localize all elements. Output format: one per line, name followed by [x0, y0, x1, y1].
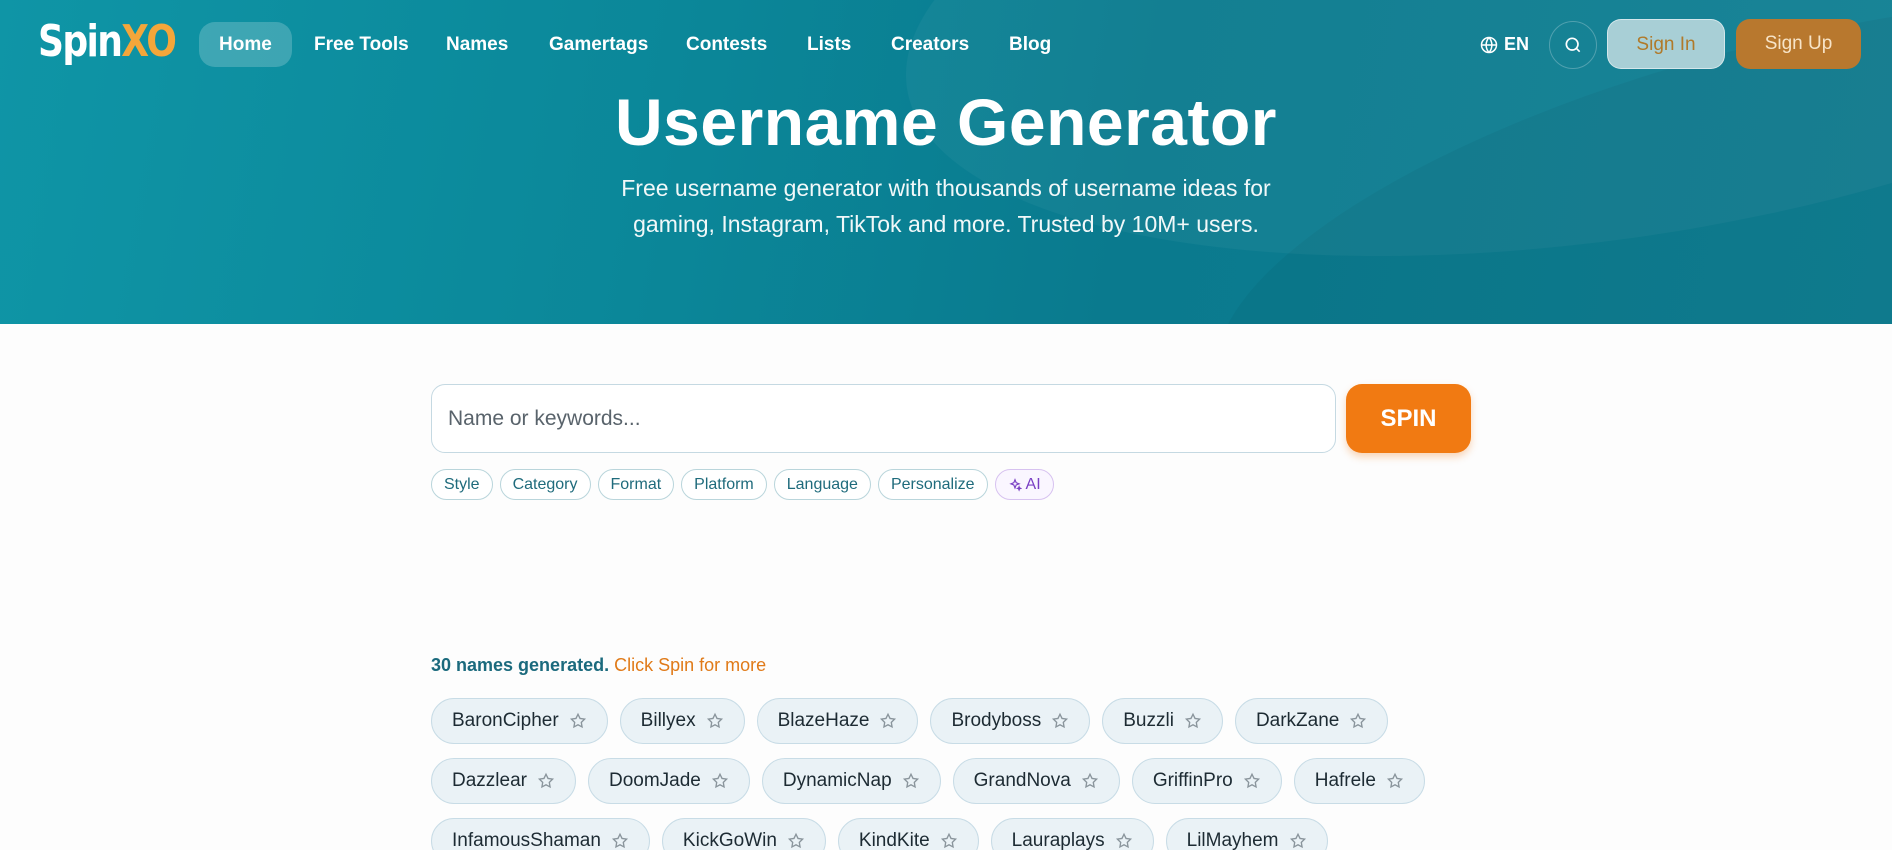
- name-text: Billyex: [640, 710, 696, 731]
- hero-banner: SpinXO Home Free Tools Names Gamertags C…: [0, 0, 1892, 324]
- star-icon[interactable]: [1081, 772, 1099, 790]
- name-text: DoomJade: [608, 770, 701, 791]
- name-text: DarkZane: [1255, 710, 1340, 731]
- spin-button[interactable]: SPIN: [1346, 384, 1471, 453]
- star-icon[interactable]: [611, 832, 629, 850]
- sign-in-button[interactable]: Sign In: [1607, 19, 1725, 69]
- name-text: DynamicNap: [782, 770, 892, 791]
- language-selector[interactable]: EN: [1480, 22, 1529, 67]
- star-icon[interactable]: [879, 712, 897, 730]
- name-text: Lauraplays: [1011, 830, 1105, 850]
- filter-format[interactable]: Format: [597, 469, 675, 500]
- nav-free-tools[interactable]: Free Tools: [294, 22, 429, 67]
- star-icon[interactable]: [1184, 712, 1202, 730]
- name-pill[interactable]: BaronCipher: [431, 698, 608, 744]
- logo-text-spin: Spin: [38, 16, 123, 67]
- filter-platform[interactable]: Platform: [681, 469, 767, 500]
- search-button[interactable]: [1549, 21, 1597, 69]
- name-pill[interactable]: Lauraplays: [990, 818, 1154, 850]
- names-row: InfamousShaman KickGoWin KindKite Laurap…: [431, 818, 1328, 850]
- name-pill[interactable]: BlazeHaze: [756, 698, 919, 744]
- name-text: KickGoWin: [682, 830, 777, 850]
- star-icon[interactable]: [1289, 832, 1307, 850]
- keyword-input[interactable]: [431, 384, 1336, 453]
- name-pill[interactable]: KindKite: [837, 818, 979, 850]
- star-icon[interactable]: [1349, 712, 1367, 730]
- name-text: GrandNova: [973, 770, 1071, 791]
- name-text: Dazzlear: [452, 770, 527, 791]
- filter-personalize[interactable]: Personalize: [877, 469, 988, 500]
- name-text: Buzzli: [1123, 710, 1174, 731]
- name-pill[interactable]: Billyex: [619, 698, 745, 744]
- name-pill[interactable]: InfamousShaman: [431, 818, 650, 850]
- star-icon[interactable]: [1243, 772, 1261, 790]
- sparkle-icon: [1008, 477, 1022, 492]
- nav-gamertags[interactable]: Gamertags: [529, 22, 668, 67]
- name-text: BlazeHaze: [777, 710, 870, 731]
- nav-lists[interactable]: Lists: [787, 22, 871, 67]
- subtitle-line: gaming, Instagram, TikTok and more. Trus…: [633, 211, 1259, 237]
- name-pill[interactable]: Dazzlear: [431, 758, 576, 804]
- star-icon[interactable]: [940, 832, 958, 850]
- nav-creators[interactable]: Creators: [871, 22, 989, 67]
- logo[interactable]: SpinXO: [38, 14, 177, 70]
- star-icon[interactable]: [537, 772, 555, 790]
- filter-chips: Style Category Format Platform Language …: [431, 469, 1054, 500]
- name-pill[interactable]: LilMayhem: [1165, 818, 1328, 850]
- results-summary: 30 names generated. Click Spin for more: [431, 655, 766, 676]
- star-icon[interactable]: [1386, 772, 1404, 790]
- name-text: GriffinPro: [1152, 770, 1233, 791]
- name-text: KindKite: [858, 830, 930, 850]
- name-pill[interactable]: GrandNova: [952, 758, 1120, 804]
- name-text: Hafrele: [1314, 770, 1376, 791]
- star-icon[interactable]: [711, 772, 729, 790]
- star-icon[interactable]: [902, 772, 920, 790]
- nav-names[interactable]: Names: [426, 22, 528, 67]
- star-icon[interactable]: [787, 832, 805, 850]
- logo-text-xo: XO: [121, 16, 177, 67]
- page-subtitle: Free username generator with thousands o…: [596, 170, 1296, 242]
- nav-contests[interactable]: Contests: [666, 22, 787, 67]
- name-text: Brodyboss: [951, 710, 1042, 731]
- filter-language[interactable]: Language: [773, 469, 871, 500]
- star-icon[interactable]: [1115, 832, 1133, 850]
- page-title: Username Generator: [615, 85, 1277, 159]
- names-row: Dazzlear DoomJade DynamicNap GrandNova G…: [431, 758, 1425, 804]
- top-navigation: SpinXO Home Free Tools Names Gamertags C…: [0, 0, 1892, 88]
- name-pill[interactable]: GriffinPro: [1131, 758, 1282, 804]
- nav-blog[interactable]: Blog: [989, 22, 1071, 67]
- search-icon: [1565, 37, 1581, 53]
- filter-ai-label: AI: [1025, 476, 1041, 493]
- star-icon[interactable]: [706, 712, 724, 730]
- globe-icon: [1480, 36, 1498, 53]
- name-pill[interactable]: DoomJade: [587, 758, 750, 804]
- nav-home[interactable]: Home: [199, 22, 292, 67]
- filter-category[interactable]: Category: [499, 469, 591, 500]
- name-pill[interactable]: Hafrele: [1293, 758, 1425, 804]
- name-text: BaronCipher: [452, 710, 559, 731]
- name-pill[interactable]: KickGoWin: [661, 818, 826, 850]
- name-pill[interactable]: DarkZane: [1234, 698, 1389, 744]
- results-count: 30 names generated.: [431, 655, 610, 675]
- spin-for-more-link[interactable]: Click Spin for more: [614, 655, 766, 675]
- filter-ai[interactable]: AI: [994, 469, 1054, 500]
- name-pill[interactable]: Buzzli: [1102, 698, 1223, 744]
- name-pill[interactable]: DynamicNap: [761, 758, 941, 804]
- filter-style[interactable]: Style: [431, 469, 493, 500]
- names-row: BaronCipher Billyex BlazeHaze Brodyboss …: [431, 698, 1389, 744]
- sign-up-button[interactable]: Sign Up: [1736, 19, 1861, 69]
- name-text: LilMayhem: [1186, 830, 1279, 850]
- star-icon[interactable]: [1051, 712, 1069, 730]
- star-icon[interactable]: [569, 712, 587, 730]
- language-label: EN: [1504, 34, 1530, 54]
- name-pill[interactable]: Brodyboss: [930, 698, 1091, 744]
- name-text: InfamousShaman: [452, 830, 601, 850]
- subtitle-line: Free username generator with thousands o…: [621, 175, 1271, 201]
